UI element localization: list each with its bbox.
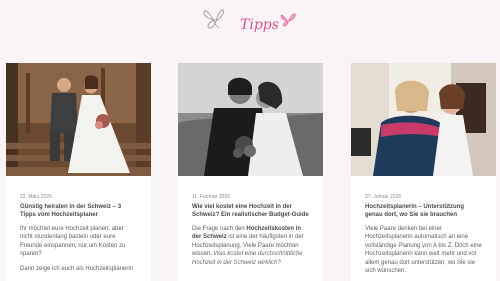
blog-card[interactable]: 22. März 2026 Günstig heiraten in der Sc…: [6, 63, 151, 281]
post-date: 22. März 2026: [20, 194, 52, 200]
blog-card-image[interactable]: [6, 63, 151, 176]
wedding-couple-photo: [6, 63, 151, 176]
blog-card-image[interactable]: [178, 63, 323, 176]
blog-card-image[interactable]: [351, 63, 496, 176]
butterfly-pink-icon: [280, 13, 296, 27]
blog-card[interactable]: 11. Februar 2026 Wie viel kostet eine Ho…: [178, 63, 323, 281]
post-excerpt: Dann zeige ich euch als Hochzeitsplaneri…: [20, 265, 134, 272]
post-title-link[interactable]: Günstig heiraten in der Schweiz – 3 Tipp…: [20, 203, 137, 219]
post-title-link[interactable]: Wie viel kostet eine Hochzeit in der Sch…: [192, 203, 309, 219]
wedding-planner-photo: [351, 63, 496, 176]
post-title-link[interactable]: Hochzeitsplanerin – Unterstützung genau …: [365, 203, 482, 219]
butterfly-outline-icon: [203, 9, 224, 29]
post-date: 11. Februar 2026: [192, 194, 230, 200]
post-excerpt: Ihr möchtet eure Hochzeit planen, aber n…: [20, 226, 126, 258]
blog-card[interactable]: 27. Januar 2026 Hochzeitsplanerin – Unte…: [351, 63, 496, 281]
post-excerpt: Viele Paare denken bei einer Hochzeitspl…: [365, 226, 482, 275]
wedding-kiss-photo: [178, 63, 323, 176]
section-title: Tipps: [240, 17, 279, 33]
post-excerpt: Die Frage nach den Hochzeitskosten in de…: [192, 226, 304, 266]
section-header: Tipps: [0, 0, 500, 50]
post-date: 27. Januar 2026: [365, 194, 402, 200]
